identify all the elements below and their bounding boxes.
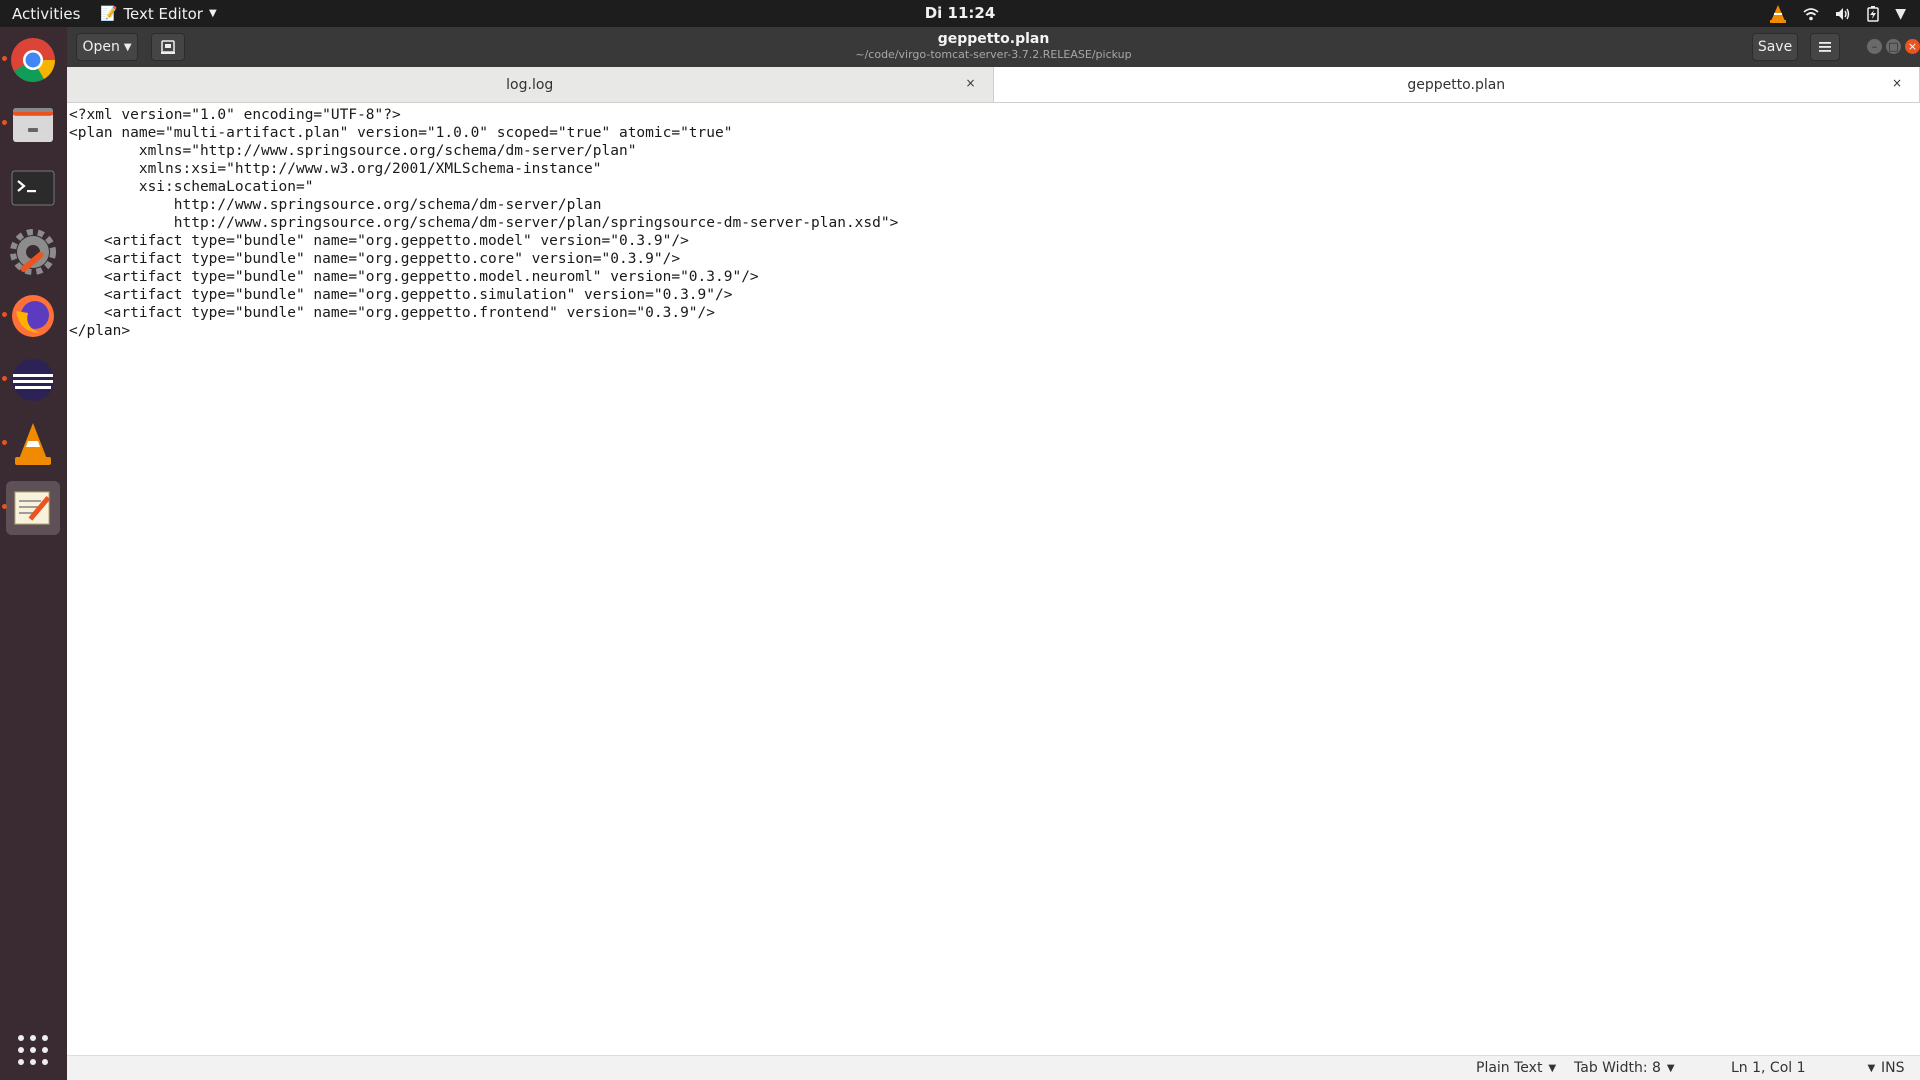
minimize-icon[interactable]: – [1867,39,1882,54]
hamburger-icon [1819,42,1831,52]
system-menu-chevron-icon[interactable]: ▼ [1895,6,1906,22]
chevron-down-icon: ▼ [123,41,132,53]
window-subtitle: ~/code/virgo-tomcat-server-3.7.2.RELEASE… [855,48,1132,61]
vlc-tray-icon[interactable] [1769,4,1787,24]
close-icon[interactable]: × [1905,39,1920,54]
maximize-icon[interactable]: □ [1886,39,1901,54]
code-line: xsi:schemaLocation=" [69,179,314,195]
dock-item-vlc[interactable] [6,417,60,471]
code-line: xmlns="http://www.springsource.org/schem… [69,143,637,159]
firefox-icon [12,295,54,337]
dock-item-files[interactable] [6,97,60,151]
cursor-position-selector[interactable]: Ln 1, Col 1 ▼ [1731,1060,1875,1076]
chevron-down-icon: ▼ [1867,1062,1876,1074]
open-button-label: Open [82,39,120,55]
code-line: <plan name="multi-artifact.plan" version… [69,125,733,141]
app-grid-icon [18,1035,48,1065]
dock-item-chrome[interactable] [6,33,60,87]
hamburger-menu-button[interactable] [1810,33,1840,61]
terminal-icon [11,170,55,206]
window-title: geppetto.plan [937,31,1050,47]
tab-log-log[interactable]: log.log × [67,67,994,102]
chevron-down-icon: ▼ [208,8,217,19]
top-bar: Activities 📝 Text Editor ▼ Di 11:24 ▼ [0,0,1920,27]
eclipse-icon [12,359,54,401]
tab-close-icon[interactable]: × [963,76,979,90]
running-indicator [2,440,7,445]
running-indicator [2,120,7,125]
code-line: <artifact type="bundle" name="org.geppet… [69,287,733,303]
code-content[interactable]: <?xml version="1.0" encoding="UTF-8"?> <p… [69,106,1920,340]
tab-width-selector[interactable]: Tab Width: 8 ▼ [1574,1060,1675,1076]
settings-icon [10,229,56,275]
running-indicator [2,376,7,381]
text-editor-icon: 📝 [100,5,118,22]
chevron-down-icon: ▼ [1666,1062,1675,1074]
running-indicator [2,312,7,317]
text-editor-icon [14,491,51,525]
dock-item-firefox[interactable] [6,289,60,343]
running-indicator [2,504,7,509]
language-label: Plain Text [1476,1060,1543,1076]
volume-icon[interactable] [1835,7,1851,21]
activities-button[interactable]: Activities [0,5,96,23]
language-selector[interactable]: Plain Text ▼ [1476,1060,1556,1076]
tab-label: log.log [506,76,554,93]
code-line: <artifact type="bundle" name="org.geppet… [69,233,689,249]
chevron-down-icon: ▼ [1548,1062,1557,1074]
header-bar: Open ▼ geppetto.plan ~/code/virgo-tomcat… [67,27,1920,67]
code-line: http://www.springsource.org/schema/dm-se… [69,197,602,213]
dock-item-terminal[interactable] [6,161,60,215]
save-button[interactable]: Save [1752,33,1798,61]
running-indicator [2,56,7,61]
window-controls: – □ × [1867,39,1920,54]
text-editor-area[interactable]: <?xml version="1.0" encoding="UTF-8"?> <p… [67,103,1920,1055]
code-line: <?xml version="1.0" encoding="UTF-8"?> [69,107,401,123]
show-applications-button[interactable] [6,1023,60,1077]
tab-geppetto-plan[interactable]: geppetto.plan × [993,67,1920,102]
code-line: <artifact type="bundle" name="org.geppet… [69,269,759,285]
files-icon [13,108,53,142]
new-document-icon [161,40,175,54]
system-tray[interactable]: ▼ [1769,0,1906,27]
tab-label: geppetto.plan [1407,76,1506,93]
wifi-icon[interactable] [1803,7,1819,21]
code-line: <artifact type="bundle" name="org.geppet… [69,251,681,267]
dock-item-eclipse[interactable] [6,353,60,407]
open-button[interactable]: Open ▼ [76,33,138,61]
document-tabs: log.log × geppetto.plan × [67,67,1920,103]
cursor-position-label: Ln 1, Col 1 [1731,1060,1806,1076]
chrome-icon [11,38,55,82]
tab-width-label: Tab Width: 8 [1574,1060,1661,1076]
code-line: </plan> [69,323,131,339]
tab-close-icon[interactable]: × [1889,76,1905,90]
app-menu[interactable]: 📝 Text Editor ▼ [100,5,217,23]
code-line: http://www.springsource.org/schema/dm-se… [69,215,899,231]
vlc-icon [15,423,51,465]
battery-icon[interactable] [1867,5,1879,22]
dock-item-text-editor[interactable] [6,481,60,535]
dock [0,27,67,1080]
clock[interactable]: Di 11:24 [0,0,1920,27]
code-line: <artifact type="bundle" name="org.geppet… [69,305,716,321]
insert-mode-indicator[interactable]: INS [1881,1060,1905,1076]
code-line: xmlns:xsi="http://www.w3.org/2001/XMLSch… [69,161,602,177]
window-title-block: geppetto.plan ~/code/virgo-tomcat-server… [67,30,1920,62]
dock-item-settings[interactable] [6,225,60,279]
new-document-button[interactable] [151,33,185,61]
app-menu-label: Text Editor [123,4,203,23]
status-bar: Plain Text ▼ Tab Width: 8 ▼ Ln 1, Col 1 … [67,1055,1920,1080]
